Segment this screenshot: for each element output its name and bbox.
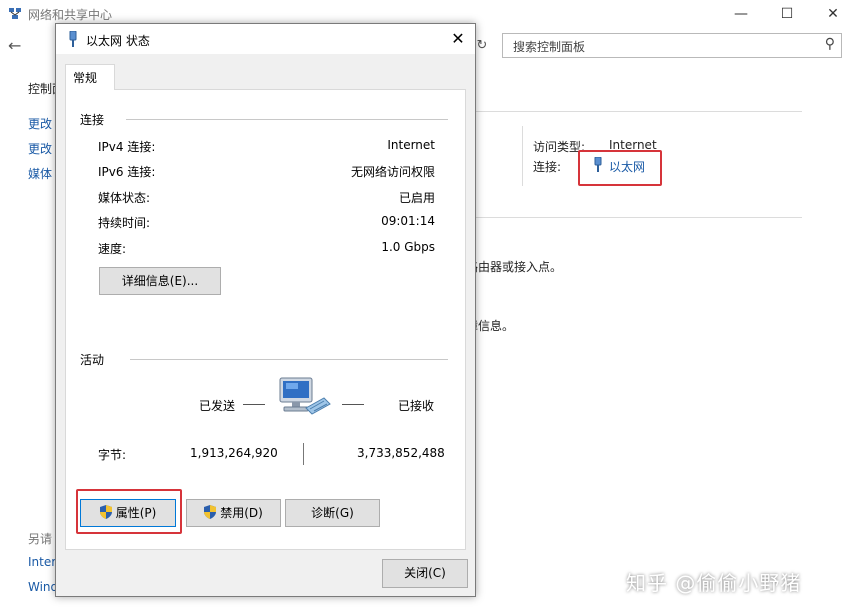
divider: [522, 126, 523, 186]
media-state-value: 已启用: [398, 191, 435, 205]
setup-text: 路由器或接入点。: [466, 260, 563, 274]
search-placeholder: 搜索控制面板: [513, 40, 586, 54]
bytes-sent-value: 1,913,264,920: [190, 446, 278, 460]
back-arrow-icon[interactable]: ←: [8, 36, 21, 55]
disable-button-label: 禁用(D): [220, 506, 263, 520]
uac-shield-icon: [204, 505, 217, 519]
control-panel-home-link[interactable]: 控制面: [28, 80, 58, 97]
network-center-icon: [9, 8, 21, 19]
bytes-label: 字节:: [98, 448, 127, 462]
maximize-icon[interactable]: ☐: [764, 3, 810, 25]
close-window-icon[interactable]: ✕: [810, 3, 856, 25]
close-button[interactable]: 关闭(C): [382, 559, 468, 588]
ethernet-icon: [69, 31, 77, 47]
diagnose-button[interactable]: 诊断(G): [285, 499, 380, 527]
general-panel: 连接 IPv4 连接: Internet IPv6 连接: 无网络访问权限 媒体…: [65, 89, 466, 550]
bytes-divider: [303, 443, 304, 465]
internet-options-link[interactable]: Inter: [28, 555, 58, 569]
dialog-titlebar: 以太网 状态 ✕: [56, 24, 475, 54]
dialog-title: 以太网 状态: [86, 34, 150, 48]
connection-label: 连接:: [533, 160, 562, 174]
group-divider: [126, 119, 448, 120]
change-sharing-link[interactable]: 更改: [28, 140, 58, 157]
bytes-received-value: 3,733,852,488: [357, 446, 445, 460]
ethernet-status-dialog: 以太网 状态 ✕ 常规 连接 IPv4 连接: Internet IPv6 连接…: [55, 23, 476, 597]
ipv4-value: Internet: [387, 138, 435, 152]
group-divider: [130, 359, 448, 360]
highlight-box: [76, 489, 182, 534]
search-input[interactable]: 搜索控制面板 ⚲: [502, 33, 842, 58]
highlight-box: [578, 150, 662, 186]
search-icon[interactable]: ⚲: [825, 36, 835, 52]
ipv6-label: IPv6 连接:: [98, 165, 156, 179]
activity-heading: 活动: [80, 353, 105, 367]
media-streaming-link[interactable]: 媒体: [28, 165, 58, 182]
details-button[interactable]: 详细信息(E)...: [99, 267, 221, 295]
speed-label: 速度:: [98, 242, 127, 256]
windows-firewall-link[interactable]: Wind: [28, 580, 58, 594]
watermark: 知乎 @偷偷小野猪: [626, 571, 802, 595]
change-adapter-link[interactable]: 更改: [28, 115, 58, 132]
sent-dash: [243, 404, 265, 405]
speed-value: 1.0 Gbps: [381, 240, 435, 254]
divider: [476, 217, 802, 218]
ipv4-label: IPv4 连接:: [98, 140, 156, 154]
ipv6-value: 无网络访问权限: [350, 165, 435, 179]
duration-label: 持续时间:: [98, 216, 151, 230]
duration-value: 09:01:14: [381, 214, 435, 228]
divider: [476, 111, 802, 112]
media-state-label: 媒体状态:: [98, 191, 151, 205]
minimize-icon[interactable]: —: [718, 3, 764, 25]
close-icon[interactable]: ✕: [441, 24, 475, 54]
disable-button[interactable]: 禁用(D): [186, 499, 281, 527]
tab-general-label: 常规: [73, 71, 98, 85]
received-label: 已接收: [398, 399, 435, 413]
sent-label: 已发送: [199, 399, 236, 413]
network-computer-icon: [279, 377, 331, 415]
tab-general[interactable]: 常规: [65, 64, 115, 90]
connection-heading: 连接: [80, 113, 105, 127]
see-also-label: 另请: [28, 532, 53, 546]
received-dash: [342, 404, 364, 405]
bg-window-title: 网络和共享中心: [28, 8, 113, 22]
